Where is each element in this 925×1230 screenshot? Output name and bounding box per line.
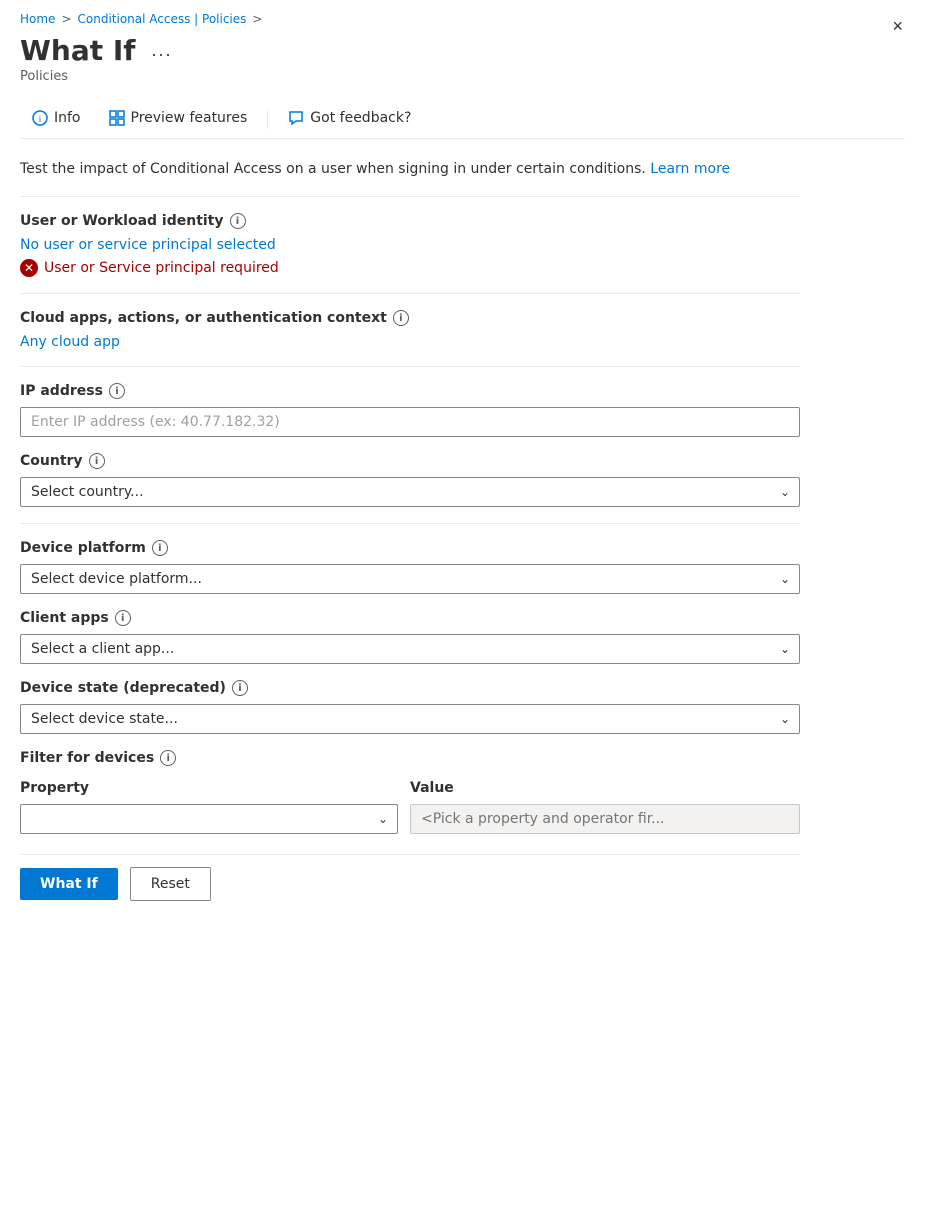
device-platform-select-wrapper: Select device platform... ⌄ [20, 564, 800, 594]
cloud-apps-label: Cloud apps, actions, or authentication c… [20, 310, 800, 326]
device-state-group: Device state (deprecated) i Select devic… [20, 680, 800, 734]
svg-text:i: i [39, 114, 42, 124]
client-apps-label: Client apps i [20, 610, 800, 626]
cloud-apps-link[interactable]: Any cloud app [20, 334, 120, 350]
page-subtitle: Policies [20, 69, 905, 84]
device-platform-group: Device platform i Select device platform… [20, 540, 800, 594]
what-if-button[interactable]: What If [20, 868, 118, 900]
divider-1 [20, 196, 800, 197]
action-bar: What If Reset [20, 854, 800, 901]
filter-devices-label: Filter for devices i [20, 750, 800, 766]
tab-feedback-label: Got feedback? [310, 110, 411, 126]
client-apps-info-icon[interactable]: i [115, 610, 131, 626]
tab-preview[interactable]: Preview features [97, 100, 260, 138]
tab-info[interactable]: i Info [20, 100, 93, 138]
tab-divider [267, 109, 268, 129]
user-identity-link[interactable]: No user or service principal selected [20, 237, 276, 253]
preview-tab-icon [109, 110, 125, 126]
device-platform-label: Device platform i [20, 540, 800, 556]
breadcrumb-home[interactable]: Home [20, 12, 55, 26]
close-button[interactable]: × [886, 12, 909, 41]
value-column-header: Value [410, 776, 800, 804]
filter-devices-info-icon[interactable]: i [160, 750, 176, 766]
breadcrumb-sep-1: > [61, 12, 71, 26]
ip-address-group: IP address i [20, 383, 800, 437]
info-tab-icon: i [32, 110, 48, 126]
country-select[interactable]: Select country... [20, 477, 800, 507]
filter-devices-table: Property Value ⌄ [20, 776, 800, 834]
reset-button[interactable]: Reset [130, 867, 211, 901]
device-state-select[interactable]: Select device state... [20, 704, 800, 734]
breadcrumb-sep-2: > [252, 12, 262, 26]
country-info-icon[interactable]: i [89, 453, 105, 469]
tab-feedback[interactable]: Got feedback? [276, 100, 423, 138]
ip-address-label: IP address i [20, 383, 800, 399]
country-select-wrapper: Select country... ⌄ [20, 477, 800, 507]
property-select-wrapper: ⌄ [20, 804, 398, 834]
filter-devices-section: Filter for devices i Property Value [20, 750, 800, 834]
ip-address-info-icon[interactable]: i [109, 383, 125, 399]
country-label: Country i [20, 453, 800, 469]
divider-2 [20, 293, 800, 294]
learn-more-link[interactable]: Learn more [650, 161, 730, 177]
device-platform-select[interactable]: Select device platform... [20, 564, 800, 594]
property-column-header: Property [20, 776, 410, 804]
page-title: What If [20, 34, 135, 67]
tab-preview-label: Preview features [131, 110, 248, 126]
device-state-select-wrapper: Select device state... ⌄ [20, 704, 800, 734]
device-state-info-icon[interactable]: i [232, 680, 248, 696]
divider-4 [20, 523, 800, 524]
client-apps-select-wrapper: Select a client app... ⌄ [20, 634, 800, 664]
error-icon: ✕ [20, 259, 38, 277]
ip-address-input[interactable] [20, 407, 800, 437]
user-identity-error: ✕ User or Service principal required [20, 259, 800, 277]
tab-bar: i Info Preview features [20, 100, 905, 139]
feedback-tab-icon [288, 110, 304, 126]
cloud-apps-group: Cloud apps, actions, or authentication c… [20, 310, 800, 350]
close-icon: × [892, 16, 903, 36]
country-group: Country i Select country... ⌄ [20, 453, 800, 507]
client-apps-group: Client apps i Select a client app... ⌄ [20, 610, 800, 664]
breadcrumb: Home > Conditional Access | Policies > [20, 12, 905, 26]
client-apps-select[interactable]: Select a client app... [20, 634, 800, 664]
more-options-button[interactable]: ... [145, 38, 178, 63]
filter-devices-row: ⌄ [20, 804, 800, 834]
user-identity-info-icon[interactable]: i [230, 213, 246, 229]
value-field[interactable] [410, 804, 800, 834]
device-platform-info-icon[interactable]: i [152, 540, 168, 556]
cloud-apps-info-icon[interactable]: i [393, 310, 409, 326]
user-identity-group: User or Workload identity i No user or s… [20, 213, 800, 277]
user-identity-label: User or Workload identity i [20, 213, 800, 229]
device-state-label: Device state (deprecated) i [20, 680, 800, 696]
breadcrumb-conditional-access[interactable]: Conditional Access | Policies [78, 12, 247, 26]
tab-info-label: Info [54, 110, 81, 126]
description-text: Test the impact of Conditional Access on… [20, 159, 800, 180]
divider-3 [20, 366, 800, 367]
error-text: User or Service principal required [44, 260, 279, 276]
property-select[interactable] [20, 804, 398, 834]
